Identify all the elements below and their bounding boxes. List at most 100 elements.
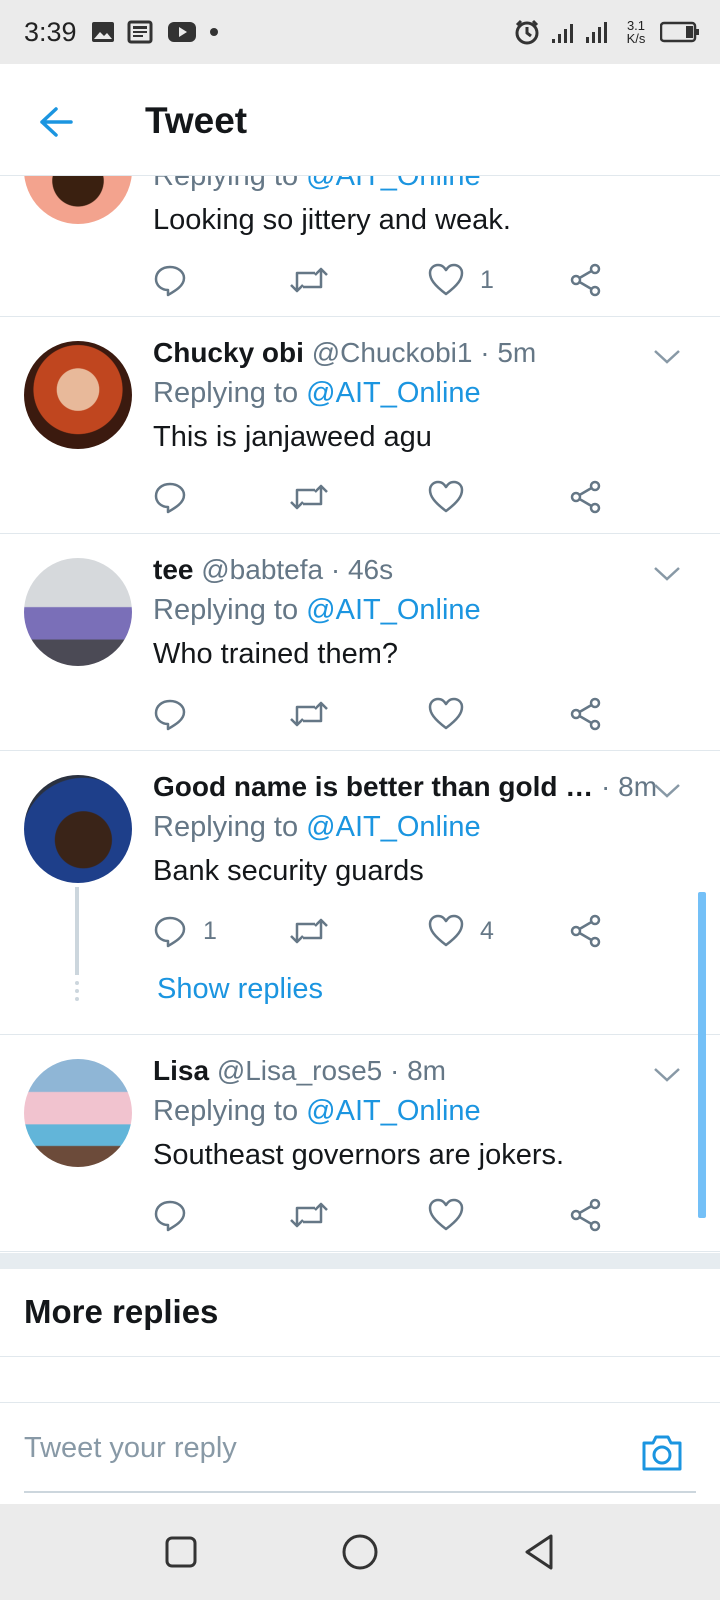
tweet-actions — [153, 477, 623, 517]
reply-icon — [154, 1200, 186, 1232]
like-button[interactable]: 1 — [428, 260, 494, 300]
avatar[interactable] — [24, 558, 132, 666]
dot-icon — [209, 27, 219, 37]
like-count: 4 — [480, 916, 494, 945]
home-button[interactable] — [336, 1528, 384, 1576]
user-handle[interactable]: @babtefa — [201, 554, 323, 585]
share-icon — [570, 1198, 601, 1232]
reply-tweet[interactable]: Replying to @AIT_Online Looking so jitte… — [0, 176, 720, 317]
back-nav-button[interactable] — [515, 1528, 563, 1576]
mention-link[interactable]: @AIT_Online — [306, 594, 481, 626]
share-button[interactable] — [569, 1195, 603, 1235]
reply-input[interactable] — [24, 1423, 624, 1473]
chevron-down-icon[interactable] — [652, 781, 682, 801]
share-icon — [570, 697, 601, 731]
mention-link[interactable]: @AIT_Online — [306, 377, 481, 409]
retweet-icon — [290, 918, 328, 944]
tweet-header: Lisa @Lisa_rose5 · 8m — [153, 1055, 446, 1087]
chevron-down-icon[interactable] — [652, 564, 682, 584]
reply-icon — [154, 482, 186, 514]
status-time: 3:39 — [24, 16, 77, 47]
tweet-actions — [153, 1195, 623, 1235]
replying-prefix: Replying to — [153, 377, 307, 409]
retweet-icon — [290, 1202, 328, 1228]
camera-icon — [642, 1435, 682, 1471]
share-button[interactable] — [569, 260, 603, 300]
share-button[interactable] — [569, 911, 603, 951]
mention-link[interactable]: @AIT_Online — [306, 1095, 481, 1127]
share-icon — [570, 263, 601, 297]
battery-icon — [660, 21, 700, 43]
like-button[interactable]: 4 — [428, 911, 494, 951]
replying-prefix: Replying to — [153, 811, 307, 843]
tweet-header: tee @babtefa · 46s — [153, 554, 393, 586]
avatar[interactable] — [24, 341, 132, 449]
like-button[interactable] — [428, 477, 464, 517]
tweet-text: Looking so jittery and weak. — [153, 204, 511, 236]
image-icon — [91, 20, 115, 44]
retweet-button[interactable] — [289, 1195, 329, 1235]
retweet-icon — [290, 701, 328, 727]
user-name[interactable]: tee — [153, 554, 193, 585]
user-name[interactable]: Chucky obi — [153, 337, 304, 368]
heart-icon — [428, 480, 464, 513]
replying-to: Replying to @AIT_Online — [153, 594, 481, 627]
arrow-left-icon — [40, 107, 73, 137]
like-button[interactable] — [428, 1195, 464, 1235]
tweet-text: Who trained them? — [153, 638, 399, 670]
reply-tweet[interactable]: Lisa @Lisa_rose5 · 8m Replying to @AIT_O… — [0, 1035, 720, 1252]
status-bar: 3:39 3.1 K/s — [0, 0, 720, 64]
replying-prefix: Replying to — [153, 176, 307, 192]
chevron-down-icon[interactable] — [652, 347, 682, 367]
tweet-time: · 8m — [390, 1055, 446, 1086]
replying-to: Replying to @AIT_Online — [153, 377, 481, 410]
retweet-button[interactable] — [289, 694, 329, 734]
mention-link[interactable]: @AIT_Online — [306, 176, 481, 192]
replying-to: Replying to @AIT_Online — [153, 176, 481, 193]
system-nav-bar — [0, 1504, 720, 1600]
show-replies-link[interactable]: Show replies — [157, 973, 323, 1006]
camera-button[interactable] — [640, 1433, 684, 1473]
heart-icon — [428, 263, 464, 296]
scrollbar[interactable] — [698, 892, 706, 1218]
alarm-icon — [514, 19, 540, 45]
tweet-actions: 1 4 — [153, 911, 623, 951]
reply-tweet[interactable]: Chucky obi @Chuckobi1 · 5m Replying to @… — [0, 317, 720, 534]
reply-button[interactable] — [153, 694, 187, 734]
more-replies-section[interactable]: More replies — [0, 1269, 720, 1357]
tweet-replies-list[interactable]: Replying to @AIT_Online Looking so jitte… — [0, 176, 720, 1504]
reply-button[interactable] — [153, 477, 187, 517]
network-speed: 3.1 K/s — [622, 19, 650, 45]
share-button[interactable] — [569, 477, 603, 517]
user-name[interactable]: Good name is better than gold … — [153, 771, 593, 802]
retweet-button[interactable] — [289, 260, 329, 300]
reply-tweet[interactable]: Good name is better than gold … · 8m Rep… — [0, 751, 720, 1035]
reply-button[interactable] — [153, 1195, 187, 1235]
share-button[interactable] — [569, 694, 603, 734]
reply-button[interactable] — [153, 260, 187, 300]
reply-icon — [154, 916, 186, 948]
tweet-header: Chucky obi @Chuckobi1 · 5m — [153, 337, 536, 369]
network-speed-unit: K/s — [626, 31, 646, 46]
avatar[interactable] — [24, 176, 132, 224]
avatar[interactable] — [24, 775, 132, 883]
mention-link[interactable]: @AIT_Online — [306, 811, 481, 843]
like-button[interactable] — [428, 694, 464, 734]
recents-button[interactable] — [157, 1528, 205, 1576]
user-name[interactable]: Lisa — [153, 1055, 209, 1086]
retweet-button[interactable] — [289, 477, 329, 517]
avatar[interactable] — [24, 1059, 132, 1167]
user-handle[interactable]: @Lisa_rose5 — [217, 1055, 382, 1086]
reply-tweet[interactable]: tee @babtefa · 46s Replying to @AIT_Onli… — [0, 534, 720, 751]
retweet-button[interactable] — [289, 911, 329, 951]
reply-icon — [154, 265, 186, 297]
tweet-actions: 1 — [153, 260, 623, 300]
tweet-text: Bank security guards — [153, 855, 424, 887]
chevron-down-icon[interactable] — [652, 1065, 682, 1085]
reply-button[interactable]: 1 — [153, 911, 217, 951]
tweet-text: Southeast governors are jokers. — [153, 1139, 565, 1171]
user-handle[interactable]: @Chuckobi1 — [312, 337, 473, 368]
heart-icon — [428, 914, 464, 947]
back-button[interactable] — [34, 100, 78, 144]
tweet-time: · 8m — [601, 771, 658, 802]
